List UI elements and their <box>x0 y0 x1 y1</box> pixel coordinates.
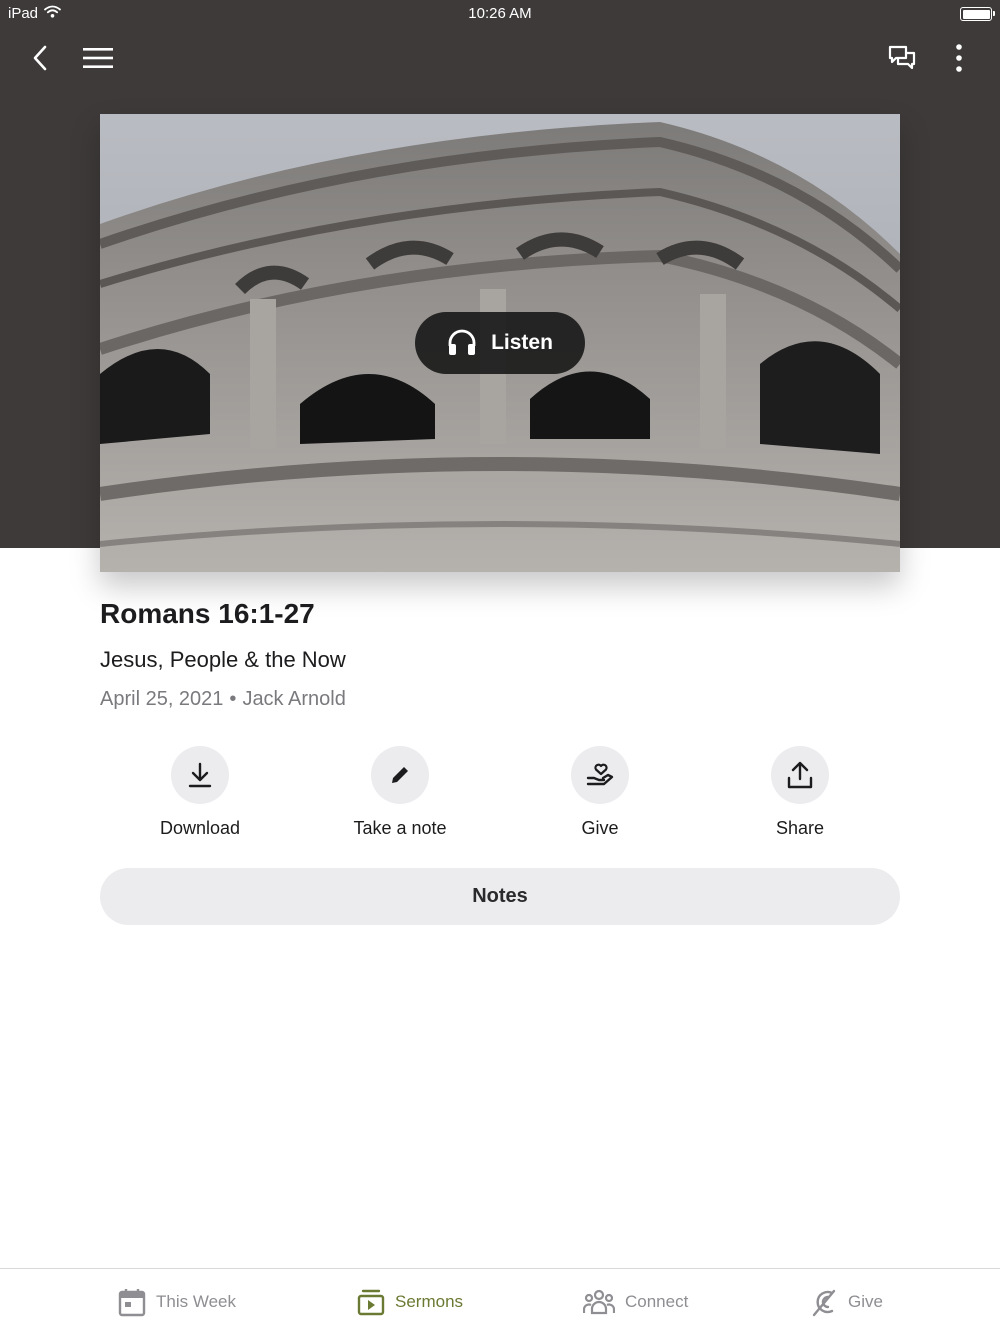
share-button[interactable]: Share <box>700 746 900 846</box>
sermon-meta: April 25, 2021 • Jack Arnold <box>100 688 346 711</box>
headphones-icon <box>448 329 476 355</box>
tab-connect-label: Connect <box>625 1292 689 1311</box>
take-note-button[interactable]: Take a note <box>300 746 500 846</box>
chat-button[interactable] <box>880 36 924 80</box>
calendar-icon <box>118 1289 146 1317</box>
take-note-label: Take a note <box>353 818 447 838</box>
tab-this-week[interactable]: This Week <box>118 1269 236 1334</box>
status-time: 10:26 AM <box>468 5 532 22</box>
heart-hand-icon <box>586 763 614 786</box>
speaker-name[interactable]: Jack Arnold <box>242 688 345 710</box>
tab-sermons-label: Sermons <box>395 1292 464 1311</box>
tab-sermons[interactable]: Sermons <box>357 1269 463 1334</box>
video-play-icon <box>357 1289 385 1316</box>
back-button[interactable] <box>18 36 62 80</box>
tab-give-label: Give <box>848 1292 883 1311</box>
give-icon <box>812 1289 836 1317</box>
listen-button[interactable]: Listen <box>415 312 585 374</box>
chevron-left-icon <box>33 45 47 71</box>
chat-bubbles-icon <box>888 45 916 70</box>
action-row: Download Take a note Give Share <box>100 746 900 846</box>
listen-label: Listen <box>491 331 553 354</box>
share-icon <box>787 761 813 789</box>
notes-button[interactable]: Notes <box>100 868 900 925</box>
sermon-artwork: Listen <box>100 114 900 572</box>
download-button[interactable]: Download <box>100 746 300 846</box>
more-vertical-icon <box>956 44 962 72</box>
tab-bar: This Week Sermons Connect Give <box>0 1268 1000 1334</box>
tab-give[interactable]: Give <box>810 1269 883 1334</box>
download-label: Download <box>159 818 241 838</box>
notes-label: Notes <box>472 885 528 907</box>
series-title: Jesus, People & the Now <box>100 647 346 672</box>
tab-connect[interactable]: Connect <box>583 1269 688 1334</box>
download-icon <box>188 762 212 788</box>
people-icon <box>583 1289 615 1315</box>
pencil-icon <box>392 767 408 783</box>
share-label: Share <box>775 818 825 838</box>
status-bar: iPad 10:26 AM <box>0 0 1000 28</box>
hamburger-icon <box>83 48 113 68</box>
meta-separator: • <box>229 688 237 710</box>
more-options-button[interactable] <box>937 36 981 80</box>
battery-icon <box>960 7 995 21</box>
sermon-date: April 25, 2021 <box>100 688 224 710</box>
menu-button[interactable] <box>76 36 120 80</box>
tab-this-week-label: This Week <box>156 1292 236 1311</box>
nav-bar <box>0 36 1000 80</box>
give-button[interactable]: Give <box>500 746 700 846</box>
give-label: Give <box>581 818 619 838</box>
sermon-title: Romans 16:1-27 <box>100 598 315 629</box>
